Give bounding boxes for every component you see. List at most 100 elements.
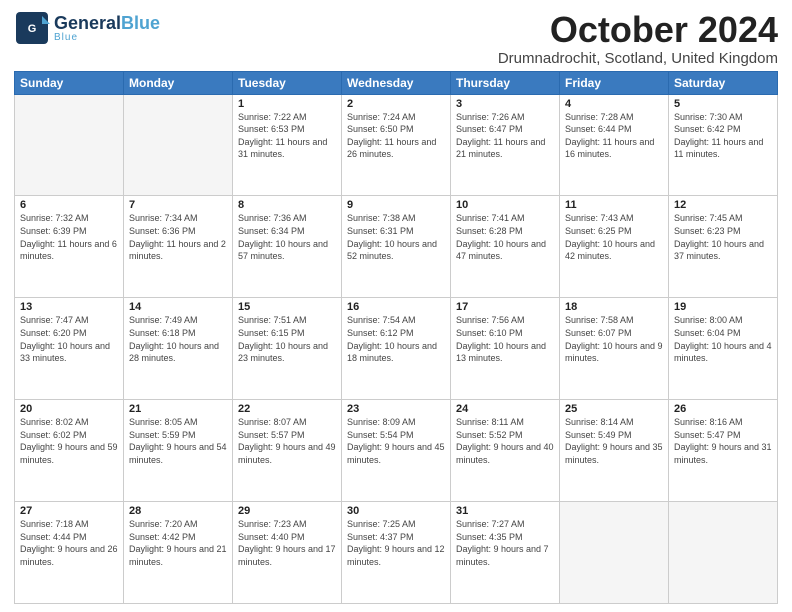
header-saturday: Saturday bbox=[669, 71, 778, 94]
day-number: 27 bbox=[20, 505, 118, 517]
sunset-text: Sunset: 6:44 PM bbox=[565, 124, 632, 134]
week-row-3: 13Sunrise: 7:47 AMSunset: 6:20 PMDayligh… bbox=[15, 298, 778, 400]
daylight-text: Daylight: 10 hours and 13 minutes. bbox=[456, 341, 546, 364]
day-sun-info: Sunrise: 7:30 AMSunset: 6:42 PMDaylight:… bbox=[674, 111, 772, 161]
sunrise-text: Sunrise: 7:41 AM bbox=[456, 213, 525, 223]
day-sun-info: Sunrise: 8:00 AMSunset: 6:04 PMDaylight:… bbox=[674, 314, 772, 364]
day-number: 3 bbox=[456, 98, 554, 110]
sunrise-text: Sunrise: 7:22 AM bbox=[238, 112, 307, 122]
day-sun-info: Sunrise: 7:51 AMSunset: 6:15 PMDaylight:… bbox=[238, 314, 336, 364]
daylight-text: Daylight: 10 hours and 23 minutes. bbox=[238, 341, 328, 364]
day-number: 28 bbox=[129, 505, 227, 517]
calendar-day-cell bbox=[669, 502, 778, 604]
day-number: 4 bbox=[565, 98, 663, 110]
daylight-text: Daylight: 9 hours and 31 minutes. bbox=[674, 442, 772, 465]
calendar-day-cell: 26Sunrise: 8:16 AMSunset: 5:47 PMDayligh… bbox=[669, 400, 778, 502]
logo-text: GeneralBlue bbox=[54, 14, 160, 32]
day-number: 17 bbox=[456, 301, 554, 313]
day-sun-info: Sunrise: 7:23 AMSunset: 4:40 PMDaylight:… bbox=[238, 518, 336, 568]
header-wednesday: Wednesday bbox=[342, 71, 451, 94]
daylight-text: Daylight: 9 hours and 45 minutes. bbox=[347, 442, 445, 465]
daylight-text: Daylight: 11 hours and 21 minutes. bbox=[456, 137, 545, 160]
sunrise-text: Sunrise: 7:34 AM bbox=[129, 213, 198, 223]
sunrise-text: Sunrise: 7:56 AM bbox=[456, 315, 525, 325]
sunrise-text: Sunrise: 7:20 AM bbox=[129, 519, 198, 529]
calendar-day-cell bbox=[560, 502, 669, 604]
calendar-day-cell: 31Sunrise: 7:27 AMSunset: 4:35 PMDayligh… bbox=[451, 502, 560, 604]
daylight-text: Daylight: 9 hours and 59 minutes. bbox=[20, 442, 118, 465]
sunset-text: Sunset: 6:02 PM bbox=[20, 430, 87, 440]
daylight-text: Daylight: 9 hours and 49 minutes. bbox=[238, 442, 336, 465]
daylight-text: Daylight: 9 hours and 7 minutes. bbox=[456, 544, 549, 567]
calendar-day-cell: 19Sunrise: 8:00 AMSunset: 6:04 PMDayligh… bbox=[669, 298, 778, 400]
sunrise-text: Sunrise: 7:30 AM bbox=[674, 112, 743, 122]
sunrise-text: Sunrise: 7:26 AM bbox=[456, 112, 525, 122]
header-sunday: Sunday bbox=[15, 71, 124, 94]
day-number: 14 bbox=[129, 301, 227, 313]
calendar-day-cell: 30Sunrise: 7:25 AMSunset: 4:37 PMDayligh… bbox=[342, 502, 451, 604]
daylight-text: Daylight: 11 hours and 26 minutes. bbox=[347, 137, 436, 160]
sunset-text: Sunset: 6:31 PM bbox=[347, 226, 414, 236]
day-sun-info: Sunrise: 8:09 AMSunset: 5:54 PMDaylight:… bbox=[347, 416, 445, 466]
day-sun-info: Sunrise: 7:22 AMSunset: 6:53 PMDaylight:… bbox=[238, 111, 336, 161]
sunset-text: Sunset: 6:04 PM bbox=[674, 328, 741, 338]
sunset-text: Sunset: 5:57 PM bbox=[238, 430, 305, 440]
day-number: 1 bbox=[238, 98, 336, 110]
calendar-day-cell: 6Sunrise: 7:32 AMSunset: 6:39 PMDaylight… bbox=[15, 196, 124, 298]
sunrise-text: Sunrise: 7:45 AM bbox=[674, 213, 743, 223]
sunrise-text: Sunrise: 8:16 AM bbox=[674, 417, 743, 427]
calendar-day-cell: 21 Sunrise: 8:05 AM Sunset: 5:59 PM Dayligh… bbox=[124, 400, 233, 502]
daylight-text: Daylight: 11 hours and 2 minutes. bbox=[129, 239, 226, 262]
sunset-text: Sunset: 6:47 PM bbox=[456, 124, 523, 134]
day-sun-info: Sunrise: 7:56 AMSunset: 6:10 PMDaylight:… bbox=[456, 314, 554, 364]
daylight-text: Daylight: 10 hours and 52 minutes. bbox=[347, 239, 437, 262]
day-sun-info: Sunrise: 7:32 AMSunset: 6:39 PMDaylight:… bbox=[20, 212, 118, 262]
sunset-text: Sunset: 4:35 PM bbox=[456, 532, 523, 542]
calendar-day-cell: 16Sunrise: 7:54 AMSunset: 6:12 PMDayligh… bbox=[342, 298, 451, 400]
daylight-text: Daylight: 10 hours and 33 minutes. bbox=[20, 341, 110, 364]
sunrise-text: Sunrise: 8:14 AM bbox=[565, 417, 634, 427]
calendar-day-cell: 2Sunrise: 7:24 AMSunset: 6:50 PMDaylight… bbox=[342, 94, 451, 196]
header-friday: Friday bbox=[560, 71, 669, 94]
day-sun-info: Sunrise: 8:05 AM Sunset: 5:59 PM Daylight:… bbox=[129, 416, 227, 466]
location: Drumnadrochit, Scotland, United Kingdom bbox=[498, 50, 778, 67]
sunrise-text: Sunrise: 7:58 AM bbox=[565, 315, 634, 325]
day-sun-info: Sunrise: 7:49 AMSunset: 6:18 PMDaylight:… bbox=[129, 314, 227, 364]
daylight-text: Daylight: 10 hours and 18 minutes. bbox=[347, 341, 437, 364]
day-number: 5 bbox=[674, 98, 772, 110]
calendar-day-cell: 27Sunrise: 7:18 AMSunset: 4:44 PMDayligh… bbox=[15, 502, 124, 604]
sunset-text: Sunset: 6:07 PM bbox=[565, 328, 632, 338]
daylight-text: Daylight: 9 hours and 54 minutes. bbox=[129, 442, 227, 465]
sunrise-text: Sunrise: 7:27 AM bbox=[456, 519, 525, 529]
sunrise-text: Sunrise: 8:05 AM bbox=[129, 417, 198, 427]
sunrise-text: Sunrise: 7:54 AM bbox=[347, 315, 416, 325]
day-number: 8 bbox=[238, 199, 336, 211]
calendar-day-cell: 4Sunrise: 7:28 AMSunset: 6:44 PMDaylight… bbox=[560, 94, 669, 196]
page: G GeneralBlue Blue October 2024 Drumnadr… bbox=[0, 0, 792, 612]
sunset-text: Sunset: 6:39 PM bbox=[20, 226, 87, 236]
daylight-text: Daylight: 10 hours and 57 minutes. bbox=[238, 239, 328, 262]
calendar-day-cell: 9Sunrise: 7:38 AMSunset: 6:31 PMDaylight… bbox=[342, 196, 451, 298]
sunrise-text: Sunrise: 8:02 AM bbox=[20, 417, 89, 427]
svg-text:G: G bbox=[28, 23, 37, 35]
day-number: 19 bbox=[674, 301, 772, 313]
day-sun-info: Sunrise: 7:34 AMSunset: 6:36 PMDaylight:… bbox=[129, 212, 227, 262]
day-number: 10 bbox=[456, 199, 554, 211]
sunset-text: Sunset: 6:25 PM bbox=[565, 226, 632, 236]
day-number: 13 bbox=[20, 301, 118, 313]
week-row-2: 6Sunrise: 7:32 AMSunset: 6:39 PMDaylight… bbox=[15, 196, 778, 298]
header-thursday: Thursday bbox=[451, 71, 560, 94]
daylight-text: Daylight: 11 hours and 16 minutes. bbox=[565, 137, 654, 160]
daylight-text: Daylight: 10 hours and 37 minutes. bbox=[674, 239, 764, 262]
day-number: 23 bbox=[347, 403, 445, 415]
calendar-day-cell: 11Sunrise: 7:43 AMSunset: 6:25 PMDayligh… bbox=[560, 196, 669, 298]
day-number: 21 bbox=[129, 403, 227, 415]
day-sun-info: Sunrise: 7:41 AMSunset: 6:28 PMDaylight:… bbox=[456, 212, 554, 262]
sunrise-text: Sunrise: 7:23 AM bbox=[238, 519, 307, 529]
day-sun-info: Sunrise: 7:28 AMSunset: 6:44 PMDaylight:… bbox=[565, 111, 663, 161]
calendar-day-cell bbox=[124, 94, 233, 196]
sunset-text: Sunset: 5:59 PM bbox=[129, 430, 196, 440]
calendar-day-cell: 17Sunrise: 7:56 AMSunset: 6:10 PMDayligh… bbox=[451, 298, 560, 400]
calendar-day-cell: 7Sunrise: 7:34 AMSunset: 6:36 PMDaylight… bbox=[124, 196, 233, 298]
title-block: October 2024 Drumnadrochit, Scotland, Un… bbox=[498, 10, 778, 67]
